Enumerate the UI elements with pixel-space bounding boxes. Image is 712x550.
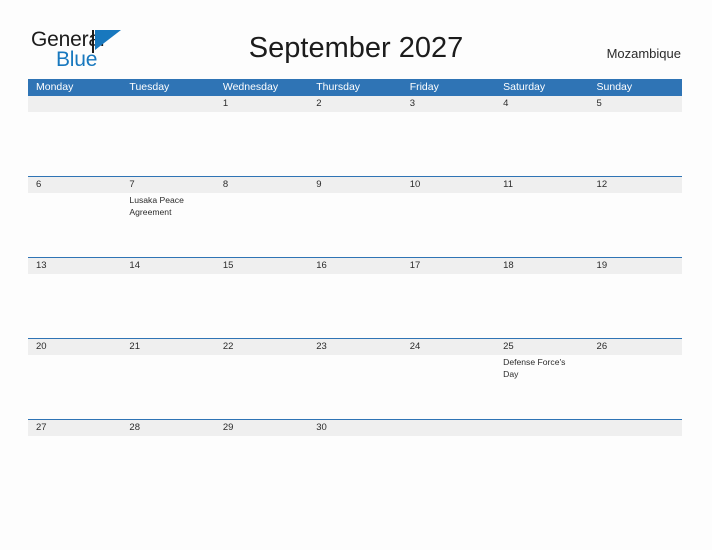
day-number[interactable]: 5 bbox=[589, 96, 682, 112]
weekday-header-sunday: Sunday bbox=[596, 81, 633, 93]
week-daynumber-band: 1 2 3 4 5 bbox=[28, 96, 682, 112]
day-number[interactable]: 8 bbox=[215, 177, 308, 193]
day-event bbox=[28, 274, 121, 338]
day-number[interactable]: 2 bbox=[308, 96, 401, 112]
day-event bbox=[121, 274, 214, 338]
day-event bbox=[589, 274, 682, 338]
week-event-band bbox=[28, 274, 682, 338]
day-number[interactable]: 16 bbox=[308, 258, 401, 274]
calendar-week-row: 20 21 22 23 24 25 26 Defense Force's Day bbox=[28, 338, 682, 419]
day-event bbox=[402, 193, 495, 257]
week-daynumber-band: 27 28 29 30 bbox=[28, 420, 682, 436]
day-event bbox=[402, 355, 495, 419]
day-event bbox=[589, 436, 682, 472]
day-number[interactable]: 19 bbox=[589, 258, 682, 274]
day-number[interactable]: 26 bbox=[589, 339, 682, 355]
day-event bbox=[28, 436, 121, 472]
day-number[interactable]: 11 bbox=[495, 177, 588, 193]
day-event bbox=[495, 436, 588, 472]
day-event bbox=[215, 274, 308, 338]
day-event bbox=[28, 112, 121, 176]
day-event: Lusaka Peace Agreement bbox=[129, 195, 184, 217]
day-number[interactable]: 28 bbox=[121, 420, 214, 436]
weekday-header-saturday: Saturday bbox=[503, 81, 546, 93]
day-number[interactable]: 17 bbox=[402, 258, 495, 274]
day-number[interactable]: 7 bbox=[121, 177, 214, 193]
day-number[interactable]: 23 bbox=[308, 339, 401, 355]
day-number[interactable]: 15 bbox=[215, 258, 308, 274]
day-number[interactable]: 3 bbox=[402, 96, 495, 112]
calendar-week-row: 13 14 15 16 17 18 19 bbox=[28, 257, 682, 338]
day-event bbox=[308, 193, 401, 257]
week-daynumber-band: 13 14 15 16 17 18 19 bbox=[28, 258, 682, 274]
weekday-header-friday: Friday bbox=[409, 81, 439, 93]
day-number[interactable]: 12 bbox=[589, 177, 682, 193]
day-number[interactable]: 30 bbox=[308, 420, 401, 436]
day-number[interactable]: 25 bbox=[495, 339, 588, 355]
day-event bbox=[308, 274, 401, 338]
calendar-grid: Monday Tuesday Wednesday Thursday Friday… bbox=[28, 79, 682, 472]
week-event-band: Defense Force's Day bbox=[28, 355, 682, 419]
day-event bbox=[215, 112, 308, 176]
day-number[interactable]: 27 bbox=[28, 420, 121, 436]
page-header: General Blue September 2027 Mozambique bbox=[0, 0, 712, 78]
weekday-header-wednesday: Wednesday bbox=[222, 81, 279, 93]
country-label: Mozambique bbox=[606, 46, 681, 61]
week-daynumber-band: 6 7 8 9 10 11 12 bbox=[28, 177, 682, 193]
day-event bbox=[495, 274, 588, 338]
day-event bbox=[495, 193, 588, 257]
day-number[interactable]: 20 bbox=[28, 339, 121, 355]
day-number[interactable] bbox=[121, 96, 214, 112]
day-event bbox=[308, 436, 401, 472]
day-number[interactable] bbox=[28, 96, 121, 112]
day-event bbox=[402, 436, 495, 472]
day-number[interactable]: 29 bbox=[215, 420, 308, 436]
day-event bbox=[495, 112, 588, 176]
day-number[interactable]: 1 bbox=[215, 96, 308, 112]
day-number[interactable] bbox=[589, 420, 682, 436]
day-event bbox=[28, 355, 121, 419]
day-event bbox=[215, 193, 308, 257]
day-number[interactable]: 9 bbox=[308, 177, 401, 193]
day-event bbox=[402, 112, 495, 176]
day-event bbox=[308, 112, 401, 176]
day-event bbox=[589, 112, 682, 176]
calendar-week-row: 6 7 8 9 10 11 12 Lusaka Peace Agreement bbox=[28, 176, 682, 257]
weekday-header-row: Monday Tuesday Wednesday Thursday Friday… bbox=[28, 79, 682, 96]
day-number[interactable] bbox=[402, 420, 495, 436]
day-event bbox=[402, 274, 495, 338]
day-number[interactable]: 6 bbox=[28, 177, 121, 193]
day-event bbox=[121, 436, 214, 472]
week-event-band: Lusaka Peace Agreement bbox=[28, 193, 682, 257]
day-number[interactable]: 10 bbox=[402, 177, 495, 193]
day-event bbox=[121, 112, 214, 176]
day-event: Defense Force's Day bbox=[503, 357, 566, 379]
week-event-band bbox=[28, 436, 682, 472]
day-event bbox=[589, 193, 682, 257]
page-title: September 2027 bbox=[248, 32, 464, 64]
day-event bbox=[308, 355, 401, 419]
day-number[interactable] bbox=[495, 420, 588, 436]
day-number[interactable]: 14 bbox=[121, 258, 214, 274]
day-event bbox=[28, 193, 121, 257]
weekday-header-tuesday: Tuesday bbox=[129, 81, 170, 93]
day-number[interactable]: 21 bbox=[121, 339, 214, 355]
day-number[interactable]: 4 bbox=[495, 96, 588, 112]
calendar-week-row: 1 2 3 4 5 bbox=[28, 96, 682, 176]
weekday-header-monday: Monday bbox=[36, 81, 74, 93]
week-daynumber-band: 20 21 22 23 24 25 26 bbox=[28, 339, 682, 355]
calendar-week-row: 27 28 29 30 bbox=[28, 419, 682, 472]
day-event bbox=[215, 436, 308, 472]
day-event bbox=[121, 355, 214, 419]
week-event-band bbox=[28, 112, 682, 176]
weekday-header-thursday: Thursday bbox=[316, 81, 361, 93]
day-event bbox=[215, 355, 308, 419]
day-number[interactable]: 13 bbox=[28, 258, 121, 274]
day-number[interactable]: 22 bbox=[215, 339, 308, 355]
day-number[interactable]: 24 bbox=[402, 339, 495, 355]
day-event bbox=[589, 355, 682, 419]
day-number[interactable]: 18 bbox=[495, 258, 588, 274]
